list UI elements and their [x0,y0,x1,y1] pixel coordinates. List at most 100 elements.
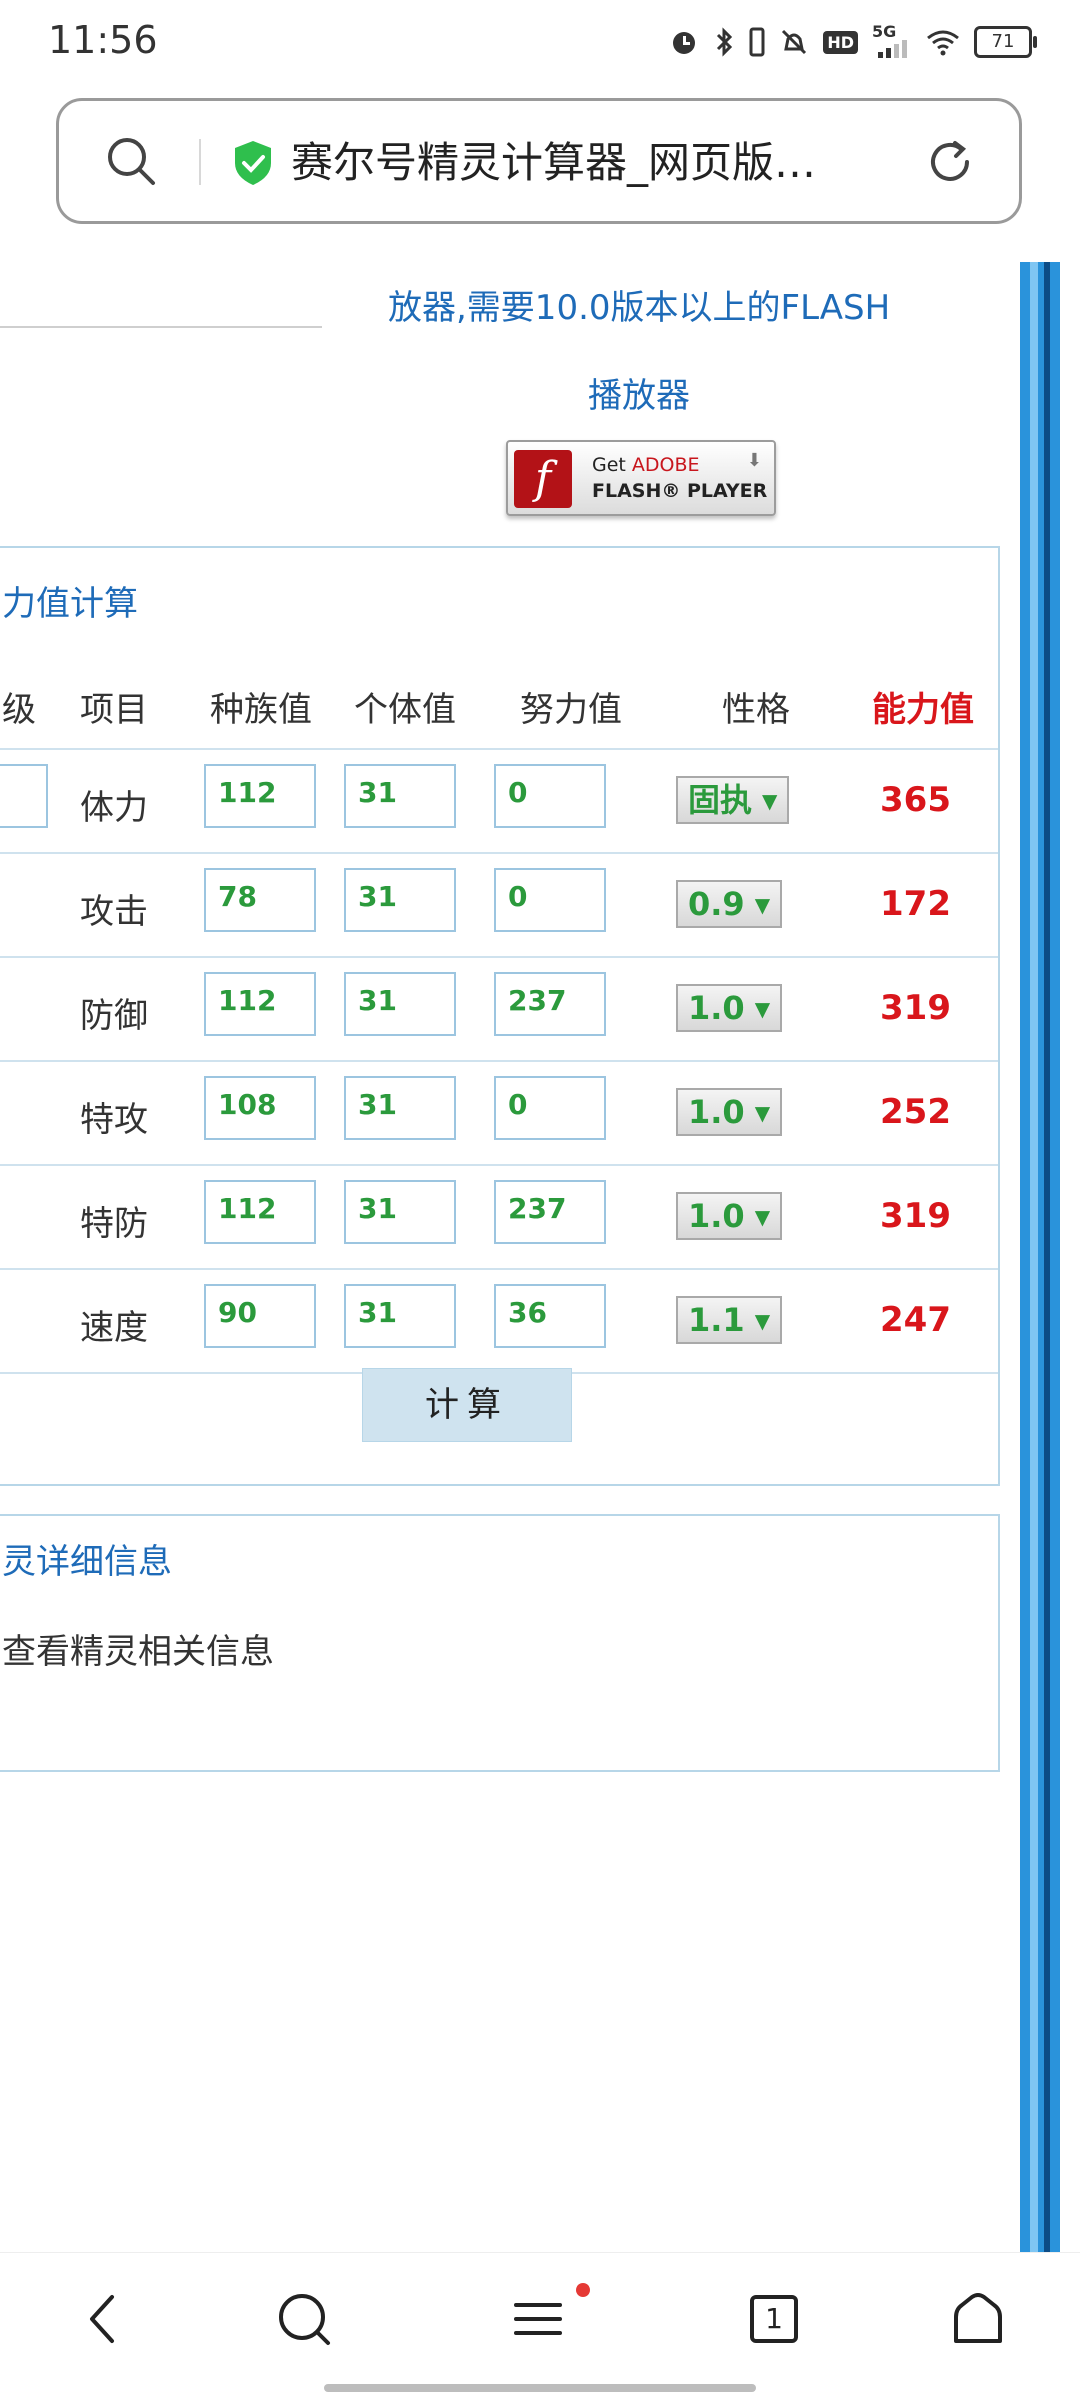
individual-value-input[interactable]: 31 [344,1076,456,1140]
address-bar[interactable]: 赛尔号精灵计算器_网页版… [56,98,1022,224]
search-nav-icon[interactable] [276,2291,332,2347]
back-icon[interactable] [80,2291,128,2347]
race-value-input[interactable]: 78 [204,868,316,932]
stat-row-sp-defense: 特防 112 31 237 1.0 ▼ 319 [0,1166,998,1270]
calculate-button[interactable]: 计算 [362,1368,572,1442]
effort-value-input[interactable]: 0 [494,764,606,828]
dropdown-arrow-icon: ▼ [754,1205,771,1229]
power-value: 319 [880,988,951,1028]
calculator-panel: 力值计算 级 项目 种族值 个体值 努力值 性格 能力值 体力 112 31 0… [0,546,1000,1486]
stat-label: 速度 [80,1308,148,1348]
alarm-icon [673,32,696,54]
nature-select[interactable]: 固执 ▼ [676,776,790,824]
race-value-input[interactable]: 90 [204,1284,316,1348]
hd-badge: HD [823,30,858,54]
flash-adobe-text: ADOBE [631,454,700,476]
download-arrow-icon: ⬇ [746,450,762,471]
dropdown-arrow-icon: ▼ [754,1101,771,1125]
effort-value-input[interactable]: 237 [494,1180,606,1244]
bottom-nav-bar: 1 [0,2252,1080,2401]
vibrate-icon [749,27,765,57]
stat-row-defense: 防御 112 31 237 1.0 ▼ 319 [0,958,998,1062]
flash-player-link[interactable]: 播放器 [588,368,690,417]
address-divider [199,139,201,185]
home-indicator[interactable] [324,2384,756,2392]
search-icon[interactable] [105,135,159,189]
nature-value: 1.0 [688,1093,745,1131]
dropdown-arrow-icon: ▼ [754,1309,771,1333]
header-power: 能力值 [872,690,974,730]
web-page: 放器,需要10.0版本以上的FLASH 播放器 f Get ADOBE FLAS… [0,262,1080,2252]
nature-value: 固执 [688,781,753,819]
flash-logo-icon: f [514,450,572,508]
nature-select[interactable]: 1.0 ▼ [676,1192,783,1240]
status-icons: HD 5G 71 [669,22,1037,62]
menu-icon[interactable] [512,2291,564,2347]
power-value: 319 [880,1196,951,1236]
race-value-input[interactable]: 112 [204,764,316,828]
signal-icon: 5G [872,22,912,58]
tabs-button[interactable]: 1 [750,2295,798,2343]
nature-value: 1.0 [688,1197,745,1235]
power-value: 252 [880,1092,951,1132]
page-title[interactable]: 赛尔号精灵计算器_网页版… [291,129,816,190]
nature-value: 0.9 [688,885,745,923]
power-value: 172 [880,884,951,924]
refresh-icon[interactable] [923,135,977,189]
header-race: 种族值 [210,690,312,730]
stat-label: 特攻 [80,1100,148,1140]
flash-requirement-note: 放器,需要10.0版本以上的FLASH [388,288,891,328]
stat-row-attack: 攻击 78 31 0 0.9 ▼ 172 [0,854,998,958]
level-input[interactable] [0,764,48,828]
header-effort: 努力值 [520,690,622,730]
header-item: 项目 [80,690,148,730]
race-value-input[interactable]: 112 [204,972,316,1036]
nature-select[interactable]: 1.0 ▼ [676,984,783,1032]
top-input-underline [0,326,322,328]
stat-row-speed: 速度 90 31 36 1.1 ▼ 247 [0,1270,998,1374]
stat-row-hp: 体力 112 31 0 固执 ▼ 365 [0,750,998,854]
individual-value-input[interactable]: 31 [344,972,456,1036]
power-value: 247 [880,1300,951,1340]
header-individual: 个体值 [354,690,456,730]
wifi-icon [927,30,959,56]
header-level: 级 [2,690,36,730]
individual-value-input[interactable]: 31 [344,764,456,828]
status-bar: 11:56 HD 5G 71 [0,0,1080,84]
effort-value-input[interactable]: 0 [494,1076,606,1140]
bluetooth-icon [717,27,733,57]
individual-value-input[interactable]: 31 [344,868,456,932]
mute-bell-icon [782,29,807,55]
stat-label: 特防 [80,1204,148,1244]
stat-label: 体力 [80,788,148,828]
flash-get-text: Get [592,454,626,476]
effort-value-input[interactable]: 36 [494,1284,606,1348]
nature-value: 1.1 [688,1301,745,1339]
nature-select[interactable]: 1.1 ▼ [676,1296,783,1344]
nature-select[interactable]: 1.0 ▼ [676,1088,783,1136]
shield-check-icon [235,141,271,185]
page-right-border [1020,262,1060,2252]
stat-label: 攻击 [80,892,148,932]
nature-value: 1.0 [688,989,745,1027]
individual-value-input[interactable]: 31 [344,1284,456,1348]
flash-product-text: FLASH® PLAYER [592,480,768,502]
effort-value-input[interactable]: 0 [494,868,606,932]
effort-value-input[interactable]: 237 [494,972,606,1036]
details-title: 灵详细信息 [2,1542,172,1582]
dropdown-arrow-icon: ▼ [754,997,771,1021]
home-icon[interactable] [952,2291,1004,2347]
power-value: 365 [880,780,951,820]
get-flash-player-button[interactable]: f Get ADOBE FLASH® PLAYER ⬇ [506,440,776,516]
nature-select[interactable]: 0.9 ▼ [676,880,783,928]
battery-icon: 71 [974,26,1037,58]
race-value-input[interactable]: 108 [204,1076,316,1140]
details-panel: 灵详细信息 查看精灵相关信息 [0,1514,1000,1772]
status-time: 11:56 [48,18,158,62]
dropdown-arrow-icon: ▼ [754,893,771,917]
individual-value-input[interactable]: 31 [344,1180,456,1244]
header-nature: 性格 [722,690,790,730]
calculator-title: 力值计算 [2,584,138,624]
race-value-input[interactable]: 112 [204,1180,316,1244]
menu-notification-dot [576,2283,590,2297]
